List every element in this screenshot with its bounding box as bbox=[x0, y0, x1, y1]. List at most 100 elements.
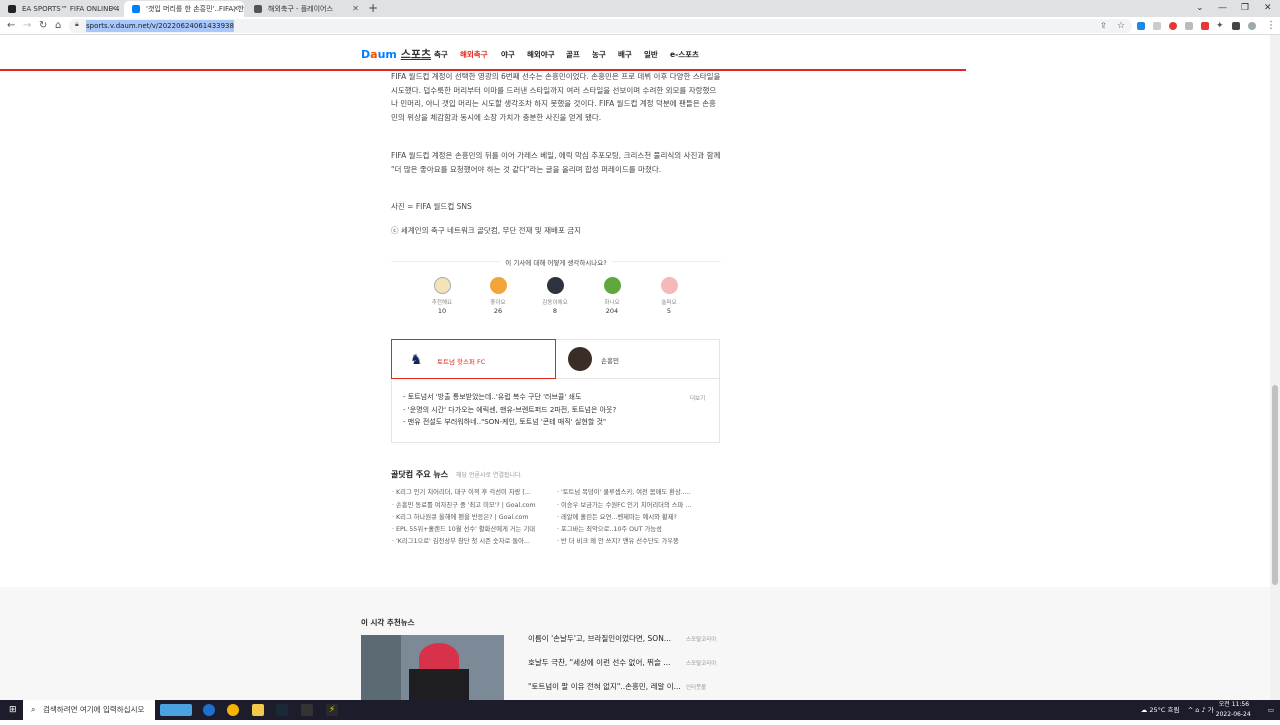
back-icon[interactable]: ← bbox=[7, 17, 15, 35]
chrome-icon[interactable] bbox=[227, 704, 239, 716]
profile-avatar[interactable] bbox=[1248, 22, 1256, 30]
daum-sports-logo[interactable]: Daum 스포츠 bbox=[361, 46, 431, 62]
tray-chevron-icon[interactable]: ^ bbox=[1188, 706, 1193, 714]
daum-favicon-icon bbox=[132, 5, 140, 13]
photo-credit: 사진 = FIFA 월드컵 SNS bbox=[391, 202, 472, 211]
minimize-button[interactable]: — bbox=[1218, 0, 1227, 17]
nav-golf[interactable]: 골프 bbox=[566, 49, 580, 60]
news-link[interactable]: - 맨유 전설도 부러워하네.."SON-케인, 토트넘 '콘테 매직' 실현할… bbox=[403, 417, 606, 427]
tab-son-heungmin[interactable]: 손흥민 bbox=[556, 339, 720, 379]
url-text[interactable]: sports.v.daum.net/v/20220624061433938 bbox=[86, 20, 234, 32]
scrollbar-thumb[interactable] bbox=[1272, 385, 1278, 585]
recommend-thumbnail[interactable] bbox=[361, 635, 504, 700]
bookmark-star-icon[interactable]: ☆ bbox=[1117, 17, 1125, 35]
goal-news-link[interactable]: · 레알에 흘린든 요연...벤제마는 예시와 황제? bbox=[557, 512, 712, 521]
extension-icon[interactable] bbox=[1169, 22, 1177, 30]
goal-news-link[interactable]: · 반 더 비크 왜 안 쓰지? 맨유 선수단도 가우뚱 bbox=[557, 536, 712, 545]
close-icon[interactable]: ✕ bbox=[232, 1, 239, 17]
goal-news-link[interactable]: · K리그 하나원큐 올해에 팬을 반응은? | Goal.com bbox=[392, 512, 547, 521]
news-link[interactable]: - '운명의 시간' 다가오는 에릭센, 맨유-브렌트퍼드 2파전, 토트넘은 … bbox=[403, 405, 616, 415]
home-icon[interactable]: ⌂ bbox=[55, 17, 61, 35]
recommend-headline[interactable]: 이름이 '손날두'고, 브라질인이었다면, SON... bbox=[528, 633, 671, 644]
ime-indicator[interactable]: 가 bbox=[1208, 706, 1214, 714]
windows-taskbar: ⊞ ⌕ 검색하려면 여기에 입력하십시오 ⚡ ☁ 25°C 흐림 ^ ⌂ ♪ 가… bbox=[0, 700, 1280, 720]
network-icon[interactable]: ⌂ bbox=[1195, 706, 1199, 714]
goal-news-link[interactable]: · 이승우 보금가는 수원FC 인기 치어리더의 스파 ... bbox=[557, 500, 712, 509]
goal-news-link[interactable]: · '토트넘 복덩이' 쿨루셉스키, 여전 몸매도 환상..... bbox=[557, 487, 712, 496]
goal-news-link[interactable]: · EPL 55위+홀랜드 10월 선수' 활화산에게 거는 기대 bbox=[392, 524, 547, 533]
reload-icon[interactable]: ↻ bbox=[39, 17, 47, 35]
recommend-headline[interactable]: 호날두 극찬, "세상에 이런 선수 없어, 뛰슬 ... bbox=[528, 657, 670, 668]
news-link[interactable]: - 토트넘서 '방출 통보받았는데..'유럽 복수 구단 '러브콜' 쇄도 bbox=[403, 392, 581, 402]
tab-fifa-online[interactable]: EA SPORTS™ FIFA ONLINE 4 ✕ bbox=[0, 1, 122, 17]
goal-news-link[interactable]: · 손흥민 동료를 여자친구 중 '최고 미모'? | Goal.com bbox=[392, 500, 547, 509]
reaction-recommend[interactable]: 추천해요 10 bbox=[422, 277, 462, 315]
reaction-label: 감동이에요 bbox=[542, 300, 568, 306]
clock-date[interactable]: 2022-06-24 bbox=[1216, 705, 1251, 725]
tab-daum-article[interactable]: '갯입 머리를 한 손흥민'..FIFA, 한 ✕ bbox=[124, 1, 244, 17]
nav-overseas-football[interactable]: 해외축구 bbox=[460, 49, 488, 60]
cloud-icon: ☁ bbox=[1140, 706, 1148, 714]
side-panel-icon[interactable] bbox=[1232, 22, 1240, 30]
nav-overseas-baseball[interactable]: 해외야구 bbox=[527, 49, 555, 60]
forward-icon[interactable]: → bbox=[23, 17, 31, 35]
close-icon[interactable]: ✕ bbox=[352, 1, 359, 17]
reaction-label: 좋아요 bbox=[490, 300, 506, 306]
weather-text[interactable]: 25°C 흐림 bbox=[1149, 706, 1179, 714]
like-face-icon bbox=[489, 277, 507, 294]
notification-icon[interactable]: ▭ bbox=[1268, 706, 1274, 714]
extension-icon[interactable] bbox=[1185, 22, 1193, 30]
fifa-online-icon[interactable]: ⚡ bbox=[326, 704, 338, 716]
tab-tottenham[interactable]: ♞ 토트넘 핫스퍼 FC bbox=[391, 339, 556, 379]
extension-icon[interactable] bbox=[1153, 22, 1161, 30]
more-link[interactable]: 더보기 bbox=[690, 394, 705, 402]
goal-news-link[interactable]: · K리그 인기 치어리더, 대구 이적 후 각선미 자랑 [... bbox=[392, 487, 547, 496]
article-paragraph: FIFA 월드컵 계정은 손흥민의 뒤를 이어 가레스 베일, 에릭 막심 추포… bbox=[391, 151, 721, 174]
reaction-count: 10 bbox=[437, 307, 447, 315]
edge-icon[interactable] bbox=[203, 704, 215, 716]
goal-news-link[interactable]: · 포그바는 최악으로..10주 OUT 가능성 bbox=[557, 524, 712, 533]
nav-baseball[interactable]: 야구 bbox=[501, 49, 515, 60]
goal-news-subtitle: 해당 언론사로 연결됩니다. bbox=[456, 472, 523, 479]
reaction-title: 이 기사에 대해 어떻게 생각하시나요? bbox=[391, 257, 721, 267]
reaction-like[interactable]: 좋아요 26 bbox=[478, 277, 518, 315]
tab-search-icon[interactable]: ⌄ bbox=[1196, 0, 1204, 17]
steam-icon[interactable] bbox=[276, 704, 288, 716]
players-favicon-icon bbox=[254, 5, 262, 13]
extensions-puzzle-icon[interactable]: ✦ bbox=[1216, 17, 1224, 35]
app-icon[interactable] bbox=[301, 704, 313, 716]
new-tab-button[interactable]: + bbox=[368, 0, 378, 17]
extension-icon[interactable] bbox=[1201, 22, 1209, 30]
tab-label: 토트넘 핫스퍼 FC bbox=[437, 358, 486, 366]
nav-general[interactable]: 일반 bbox=[644, 49, 658, 60]
share-icon[interactable]: ⇪ bbox=[1100, 17, 1107, 35]
tab-players[interactable]: 해외축구 - 플레이어스 ✕ bbox=[246, 1, 364, 17]
reaction-touched[interactable]: 감동이에요 8 bbox=[535, 277, 575, 315]
lock-icon: 🔒︎ bbox=[75, 20, 79, 28]
recommend-source: 스포탈코리아 bbox=[686, 637, 717, 643]
file-explorer-icon[interactable] bbox=[252, 704, 264, 716]
nav-basketball[interactable]: 농구 bbox=[592, 49, 606, 60]
reaction-sad[interactable]: 슬퍼요 5 bbox=[649, 277, 689, 315]
menu-icon[interactable]: ⋮ bbox=[1266, 17, 1276, 35]
goal-news-link[interactable]: · 'K리그1으로' 김천상무 창단 첫 시즌 숫자로 돌아... bbox=[392, 536, 547, 545]
extension-icon[interactable] bbox=[1137, 22, 1145, 30]
copyright: ⓒ 세계인의 축구 네트워크 골닷컴, 무단 전재 및 재배포 금지 bbox=[391, 226, 582, 235]
close-icon[interactable]: ✕ bbox=[110, 1, 117, 17]
tab-label: 손흥민 bbox=[601, 357, 619, 365]
nav-football[interactable]: 축구 bbox=[434, 49, 448, 60]
weather-widget-icon[interactable] bbox=[160, 704, 192, 716]
article-paragraph: FIFA 월드컵 계정이 선택한 영광의 6번째 선수는 손흥민이었다. 손흥민… bbox=[391, 72, 721, 123]
page-scrollbar[interactable] bbox=[1270, 35, 1280, 700]
reaction-angry[interactable]: 화나요 204 bbox=[592, 277, 632, 315]
volume-icon[interactable]: ♪ bbox=[1201, 706, 1205, 714]
nav-volleyball[interactable]: 배구 bbox=[618, 49, 632, 60]
search-icon: ⌕ bbox=[31, 705, 36, 714]
maximize-button[interactable]: ❐ bbox=[1241, 0, 1249, 17]
taskbar-search-input[interactable]: ⌕ 검색하려면 여기에 입력하십시오 bbox=[23, 700, 155, 720]
recommend-headline[interactable]: "토트넘이 팔 이유 전혀 없지"..손흥민, 레알 이... bbox=[528, 681, 681, 692]
close-window-button[interactable]: ✕ bbox=[1264, 0, 1272, 17]
windows-start-icon[interactable]: ⊞ bbox=[9, 705, 17, 715]
nav-esports[interactable]: e-스포츠 bbox=[670, 49, 699, 60]
player-avatar bbox=[568, 347, 592, 371]
